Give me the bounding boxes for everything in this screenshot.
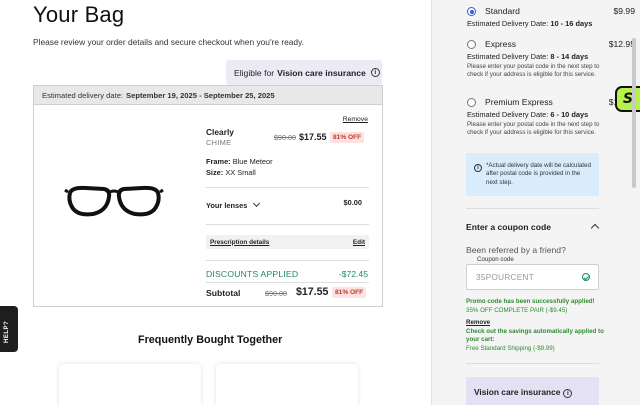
frame-label: Frame: bbox=[206, 157, 231, 166]
your-lenses-toggle[interactable]: Your lenses bbox=[206, 199, 261, 210]
shipping-date: Estimated Delivery Date: 10 - 16 days bbox=[467, 19, 592, 28]
referred-text: Been referred by a friend? bbox=[466, 245, 566, 255]
info-icon: i bbox=[474, 164, 482, 172]
vision-insurance-panel[interactable]: Vision care insurance i bbox=[466, 377, 599, 405]
help-button[interactable]: HELP? bbox=[0, 306, 18, 352]
vision-badge-highlight: Vision care insurance bbox=[277, 67, 366, 78]
eyeglasses-icon bbox=[64, 185, 164, 217]
shipping-date-value: 10 - 16 days bbox=[550, 19, 593, 28]
frequently-bought-title: Frequently Bought Together bbox=[138, 334, 283, 346]
delivery-date-label: Estimated delivery date: bbox=[42, 90, 124, 100]
prescription-details-link[interactable]: Prescription details bbox=[210, 239, 269, 246]
shipping-note: Please enter your postal code in the nex… bbox=[467, 63, 600, 79]
product-brand: CHIME bbox=[206, 138, 232, 147]
page-subtitle: Please review your order details and sec… bbox=[33, 37, 304, 47]
coupon-code-input[interactable] bbox=[466, 264, 599, 290]
subtotal-discount-badge: 81% OFF bbox=[332, 287, 367, 298]
product-price-new: $17.55 bbox=[299, 132, 327, 142]
shipping-name: Express bbox=[485, 39, 517, 49]
promo-savings-text: Check out the savings automatically appl… bbox=[466, 328, 604, 343]
frame-info: Frame: Blue Meteor bbox=[206, 157, 273, 166]
recommendation-card[interactable] bbox=[216, 364, 358, 405]
prescription-details-row: Prescription details Edit bbox=[206, 235, 369, 249]
recommendation-card[interactable] bbox=[59, 364, 201, 405]
product-name: Clearly bbox=[206, 127, 234, 137]
lenses-price: $0.00 bbox=[343, 198, 363, 207]
side-widget-s-badge[interactable]: S bbox=[615, 86, 640, 112]
radio-premium[interactable] bbox=[467, 98, 476, 107]
subtotal-new-price: $17.55 bbox=[296, 286, 329, 298]
discounts-applied-value: -$72.45 bbox=[338, 269, 368, 279]
info-icon[interactable]: i bbox=[370, 68, 380, 77]
promo-success-text: Promo code has been successfully applied… bbox=[466, 298, 595, 305]
shipping-option-premium[interactable]: Premium Express $15.95 Estimated Deliver… bbox=[467, 97, 635, 147]
divider bbox=[466, 363, 599, 364]
shipping-date: Estimated Delivery Date: 8 - 14 days bbox=[467, 52, 588, 61]
divider bbox=[206, 282, 369, 283]
shipping-date: Estimated Delivery Date: 6 - 10 days bbox=[467, 110, 588, 119]
shipping-name: Premium Express bbox=[485, 97, 553, 107]
shipping-name: Standard bbox=[485, 6, 520, 16]
delivery-date-range: September 19, 2025 - September 25, 2025 bbox=[126, 90, 275, 100]
size-info: Size: XX Small bbox=[206, 168, 256, 177]
subtotal-label: Subtotal bbox=[206, 288, 241, 298]
radio-express[interactable] bbox=[467, 40, 476, 49]
edit-prescription-link[interactable]: Edit bbox=[353, 239, 365, 246]
remove-item-link[interactable]: Remove bbox=[343, 116, 368, 123]
coupon-field-label: Coupon code bbox=[475, 256, 516, 263]
frame-value: Blue Meteor bbox=[232, 157, 273, 166]
divider bbox=[466, 208, 599, 209]
vision-panel-title: Vision care insurance bbox=[474, 387, 561, 397]
delivery-info-text: *Actual delivery date will be calculated… bbox=[486, 162, 591, 186]
shipping-note: Please enter your postal code in the nex… bbox=[467, 121, 600, 137]
size-label: Size: bbox=[206, 168, 224, 177]
product-discount-badge: 81% OFF bbox=[330, 132, 365, 143]
promo-discount-line: 35% OFF COMPLETE PAIR (-$9.45) bbox=[466, 307, 568, 314]
discounts-applied-label: DISCOUNTS APPLIED bbox=[206, 269, 299, 279]
divider bbox=[206, 260, 369, 261]
subtotal-old-price: $90.00 bbox=[265, 289, 287, 298]
scrollbar-thumb[interactable] bbox=[632, 38, 636, 188]
shipping-price: $9.99 bbox=[613, 6, 635, 16]
promo-free-shipping: Free Standard Shipping (-$9.99) bbox=[466, 345, 555, 352]
shipping-date-label: Estimated Delivery Date: bbox=[467, 19, 549, 28]
order-card: Estimated delivery date: September 19, 2… bbox=[33, 85, 383, 307]
size-value: XX Small bbox=[225, 168, 256, 177]
shipping-date-value: 6 - 10 days bbox=[550, 110, 589, 119]
shipping-date-label: Estimated Delivery Date: bbox=[467, 52, 549, 61]
divider bbox=[206, 187, 369, 188]
check-circle-icon bbox=[582, 273, 590, 281]
vision-panel-title-wrap: Vision care insurance i bbox=[474, 387, 573, 398]
vision-badge-prefix: Eligible for bbox=[234, 67, 275, 78]
info-icon[interactable]: i bbox=[563, 389, 573, 398]
your-lenses-label: Your lenses bbox=[206, 201, 248, 210]
promo-remove-link[interactable]: Remove bbox=[466, 319, 490, 326]
shipping-date-label: Estimated Delivery Date: bbox=[467, 110, 549, 119]
help-label: HELP? bbox=[4, 320, 10, 343]
shipping-option-express[interactable]: Express $12.95 Estimated Delivery Date: … bbox=[467, 39, 635, 89]
delivery-date-bar: Estimated delivery date: September 19, 2… bbox=[34, 86, 382, 105]
divider bbox=[206, 224, 369, 225]
radio-standard[interactable] bbox=[467, 7, 476, 16]
chevron-down-icon bbox=[253, 199, 261, 208]
page-title: Your Bag bbox=[33, 2, 125, 27]
coupon-title: Enter a coupon code bbox=[466, 222, 551, 232]
shipping-date-value: 8 - 14 days bbox=[550, 52, 589, 61]
delivery-info-box: i *Actual delivery date will be calculat… bbox=[466, 153, 599, 196]
shipping-option-standard[interactable]: Standard $9.99 Estimated Delivery Date: … bbox=[467, 6, 635, 36]
vision-insurance-badge[interactable]: Eligible for Vision care insurance i bbox=[226, 60, 382, 85]
product-price-old: $90.00 bbox=[274, 133, 296, 142]
